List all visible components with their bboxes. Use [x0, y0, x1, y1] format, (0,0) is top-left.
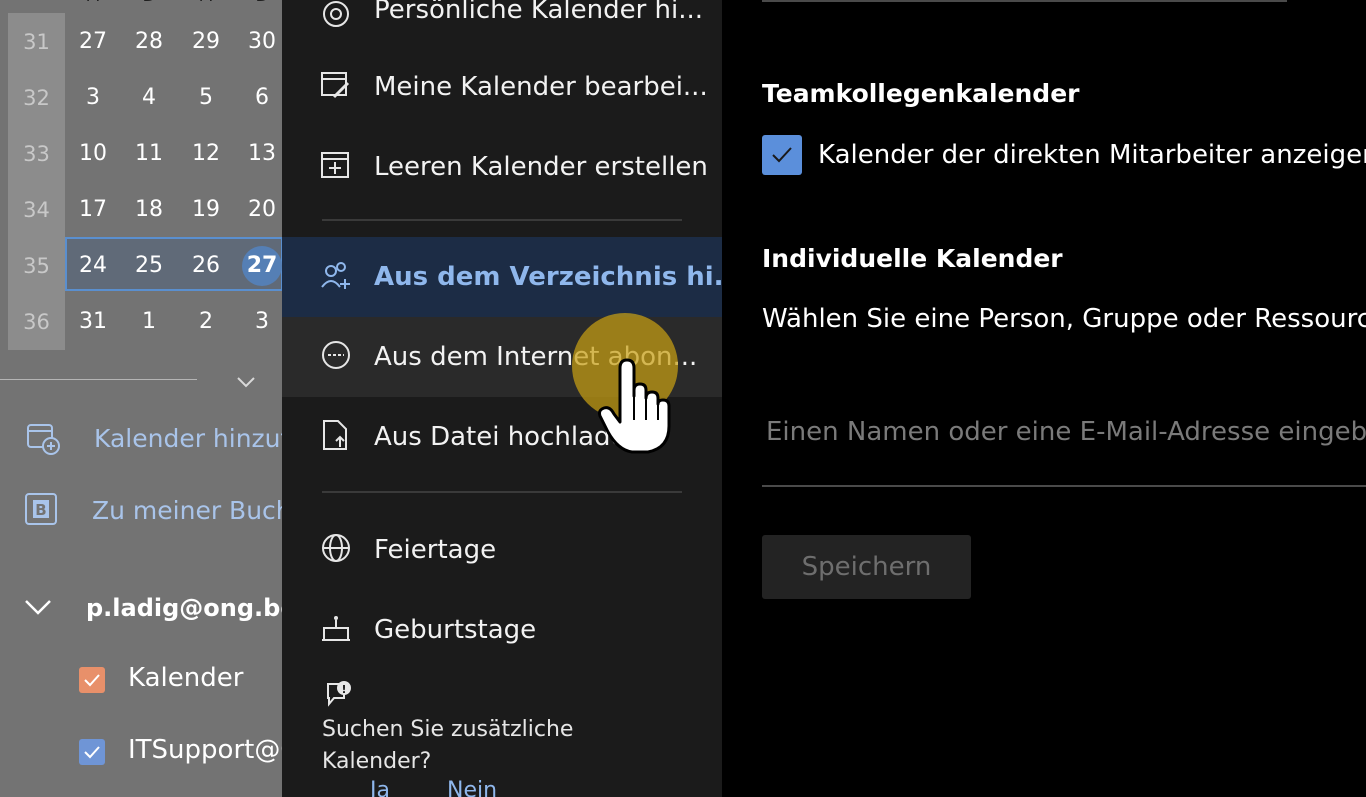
- menu-item-label: Meine Kalender bearbei...: [374, 72, 708, 102]
- calendar-day[interactable]: 13: [237, 126, 282, 182]
- feedback-icon: !: [327, 681, 351, 707]
- bookings-icon[interactable]: B: [24, 492, 60, 526]
- calendar-day[interactable]: 19: [181, 182, 231, 238]
- share-settings-panel: Teamkollegenkalender Kalender der direkt…: [722, 0, 1366, 797]
- menu-separator: [322, 491, 682, 493]
- calendar-checkbox[interactable]: [79, 667, 105, 693]
- at-icon: [323, 1, 349, 27]
- add-calendar-icon[interactable]: [26, 422, 62, 456]
- team-calendars-heading: Teamkollegenkalender: [762, 79, 1080, 108]
- individual-calendars-description: Wählen Sie eine Person, Gruppe oder Ress…: [762, 304, 1366, 334]
- calendar-day[interactable]: 29: [181, 14, 231, 70]
- menu-item-birthdays[interactable]: Geburtstage: [282, 590, 722, 670]
- calendar-label[interactable]: Kalender: [128, 663, 243, 693]
- hand-cursor-icon: [598, 358, 671, 454]
- week-number[interactable]: 32: [8, 70, 65, 126]
- edit-calendar-icon: [321, 72, 350, 99]
- calendar-day[interactable]: 31: [68, 294, 118, 350]
- week-number[interactable]: 34: [8, 182, 65, 238]
- feedback-question: Suchen Sie zusätzliche Kalender?: [322, 717, 574, 774]
- weekday-header: D: [134, 0, 164, 6]
- calendar-day[interactable]: 1: [124, 294, 174, 350]
- calendar-day-today[interactable]: 27: [237, 238, 282, 294]
- calendar-day[interactable]: 2: [181, 294, 231, 350]
- svg-text:B: B: [35, 501, 46, 519]
- calendar-day[interactable]: 26: [181, 238, 231, 294]
- menu-item-edit-calendars[interactable]: Meine Kalender bearbei...: [282, 47, 722, 127]
- feedback-yes-link[interactable]: Ja: [370, 778, 390, 797]
- divider: [0, 379, 197, 380]
- show-direct-reports-label[interactable]: Kalender der direkten Mitarbeiter anzeig…: [818, 140, 1366, 170]
- week-number[interactable]: 36: [8, 294, 65, 350]
- calendar-day[interactable]: 18: [124, 182, 174, 238]
- account-group-header[interactable]: p.ladig@ong.be: [86, 594, 282, 622]
- weekday-header: M: [191, 0, 221, 6]
- menu-item-from-directory[interactable]: Aus dem Verzeichnis hi...: [282, 237, 722, 317]
- menu-item-label: Leeren Kalender erstellen: [374, 152, 708, 182]
- calendar-day[interactable]: 30: [237, 14, 282, 70]
- divider: [762, 0, 1287, 2]
- chevron-down-icon[interactable]: [236, 376, 256, 388]
- svg-text:!: !: [341, 683, 346, 696]
- calendar-day[interactable]: 24: [68, 238, 118, 294]
- calendar-day[interactable]: 27: [68, 14, 118, 70]
- calendar-label[interactable]: ITSupport@O: [128, 735, 282, 765]
- calendar-day[interactable]: 28: [124, 14, 174, 70]
- upload-file-icon: [323, 420, 347, 450]
- weekday-header: M: [78, 0, 108, 6]
- calendar-day[interactable]: 4: [124, 70, 174, 126]
- people-add-icon: [321, 262, 350, 289]
- calendar-day[interactable]: 6: [237, 70, 282, 126]
- check-icon: [84, 746, 100, 759]
- show-direct-reports-checkbox[interactable]: [762, 135, 802, 175]
- cake-icon: [322, 616, 350, 641]
- individual-calendars-heading: Individuelle Kalender: [762, 244, 1063, 273]
- menu-item-label: Aus dem Verzeichnis hi...: [374, 262, 722, 292]
- person-search-input[interactable]: [762, 410, 1366, 454]
- menu-separator: [322, 219, 682, 221]
- check-icon: [84, 674, 100, 687]
- menu-item-create-blank-calendar[interactable]: Leeren Kalender erstellen: [282, 127, 722, 207]
- chevron-down-icon[interactable]: [24, 598, 52, 616]
- calendar-day[interactable]: 20: [237, 182, 282, 238]
- feedback-no-link[interactable]: Nein: [447, 778, 497, 797]
- week-number[interactable]: 31: [8, 14, 65, 70]
- add-calendar-link[interactable]: Kalender hinzuf: [94, 424, 282, 453]
- calendar-day[interactable]: 5: [181, 70, 231, 126]
- globe-icon: [322, 534, 350, 562]
- menu-item-holidays[interactable]: Feiertage: [282, 510, 722, 590]
- www-icon: [322, 341, 350, 369]
- menu-item-label: Geburtstage: [374, 615, 537, 645]
- bookings-link[interactable]: Zu meiner Buch: [92, 496, 282, 525]
- calendar-day[interactable]: 12: [181, 126, 231, 182]
- calendar-day[interactable]: 25: [124, 238, 174, 294]
- weekday-header: D: [247, 0, 277, 6]
- calendar-day[interactable]: 3: [68, 70, 118, 126]
- calendar-checkbox[interactable]: [79, 739, 105, 765]
- calendar-day[interactable]: 10: [68, 126, 118, 182]
- save-button[interactable]: Speichern: [762, 535, 971, 599]
- menu-item-label: Feiertage: [374, 535, 497, 565]
- add-calendar-icon: [321, 152, 349, 178]
- week-number[interactable]: 35: [8, 238, 65, 294]
- calendar-day[interactable]: 11: [124, 126, 174, 182]
- menu-item-personal-calendars[interactable]: Persönliche Kalender hi...: [282, 0, 722, 50]
- week-number[interactable]: 33: [8, 126, 65, 182]
- menu-item-label: Persönliche Kalender hi...: [374, 0, 704, 25]
- check-icon: [772, 147, 792, 163]
- input-underline: [762, 485, 1366, 487]
- calendar-day[interactable]: 17: [68, 182, 118, 238]
- calendar-day[interactable]: 3: [237, 294, 282, 350]
- left-navigation-pane: M D M D 31 27 28 29 30 32 3 4 5 6 33 10 …: [0, 0, 282, 797]
